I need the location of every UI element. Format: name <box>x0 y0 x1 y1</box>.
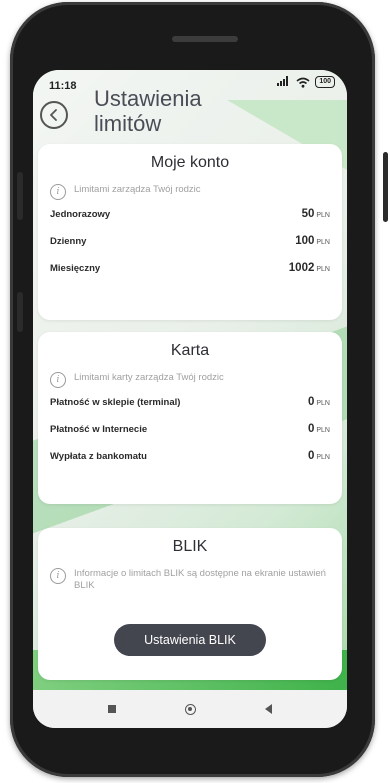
info-icon: i <box>50 568 66 584</box>
limit-label: Płatność w Internecie <box>50 424 148 435</box>
limit-row: Jednorazowy 50 PLN <box>38 208 342 235</box>
limit-row: Wypłata z bankomatu 0 PLN <box>38 450 342 477</box>
limit-label: Płatność w sklepie (terminal) <box>50 397 181 408</box>
limit-value: 100 PLN <box>295 235 330 247</box>
status-time: 11:18 <box>49 80 77 92</box>
info-icon: i <box>50 184 66 200</box>
limit-currency: PLN <box>316 427 330 434</box>
power-button <box>383 152 388 222</box>
limit-currency: PLN <box>316 454 330 461</box>
limit-currency: PLN <box>316 266 330 273</box>
navigation-bar <box>33 690 347 728</box>
limit-currency: PLN <box>316 212 330 219</box>
limit-row: Miesięczny 1002 PLN <box>38 262 342 289</box>
limit-amount: 0 <box>307 423 315 435</box>
limit-value: 0 PLN <box>308 450 330 462</box>
limit-amount: 50 <box>301 208 315 220</box>
card-info-row: i Limitami karty zarządza Twój rodzic <box>50 372 330 388</box>
limit-value: 0 PLN <box>308 396 330 408</box>
limit-amount: 0 <box>307 450 315 462</box>
account-limits-title: Moje konto <box>150 154 230 171</box>
volume-button <box>17 172 23 220</box>
limit-label: Miesięczny <box>50 263 101 274</box>
limit-value: 50 PLN <box>302 208 330 220</box>
limit-label: Dzienny <box>50 236 87 247</box>
back-button[interactable] <box>40 101 68 129</box>
blik-card: BLIK i Informacje o limitach BLIK są dos… <box>38 528 342 680</box>
limit-row: Dzienny 100 PLN <box>38 235 342 262</box>
account-info-row: i Limitami zarządza Twój rodzic <box>50 184 330 200</box>
nav-back-icon[interactable] <box>265 704 273 714</box>
card-limits-card: Karta i Limitami karty zarządza Twój rod… <box>38 332 342 504</box>
wifi-icon <box>296 77 310 88</box>
account-limits-card: Moje konto i Limitami zarządza Twój rodz… <box>38 144 342 320</box>
card-limits-title: Karta <box>170 342 210 359</box>
account-info-text: Limitami zarządza Twój rodzic <box>74 184 201 195</box>
page-title: Ustawienia limitów <box>94 86 294 136</box>
limit-label: Wypłata z bankomatu <box>50 451 147 462</box>
blik-title: BLIK <box>172 538 208 555</box>
page-title-line1: Ustawienia <box>94 86 202 111</box>
phone-screen: 11:18 100 Ustawienia limitów Moje konto … <box>33 70 347 728</box>
page-title-line2: limitów <box>94 111 162 136</box>
limit-row: Płatność w sklepie (terminal) 0 PLN <box>38 396 342 423</box>
limit-amount: 100 <box>295 235 315 247</box>
card-info-text: Limitami karty zarządza Twój rodzic <box>74 372 224 383</box>
blik-settings-button[interactable]: Ustawienia BLIK <box>114 624 266 656</box>
speaker-grille <box>172 36 238 42</box>
battery-icon: 100 <box>315 76 335 88</box>
limit-amount: 1002 <box>288 262 315 274</box>
home-icon[interactable] <box>184 703 196 715</box>
back-arrow-icon <box>50 109 57 121</box>
limit-amount: 0 <box>307 396 315 408</box>
limit-currency: PLN <box>316 400 330 407</box>
blik-info-row: i Informacje o limitach BLIK są dostępne… <box>50 568 330 592</box>
limit-value: 0 PLN <box>308 423 330 435</box>
limit-label: Jednorazowy <box>50 209 111 220</box>
limit-currency: PLN <box>316 239 330 246</box>
limit-value: 1002 PLN <box>289 262 330 274</box>
limit-row: Płatność w Internecie 0 PLN <box>38 423 342 450</box>
blik-info-text: Informacje o limitach BLIK są dostępne n… <box>74 568 326 591</box>
info-icon: i <box>50 372 66 388</box>
bixby-button <box>17 292 23 332</box>
recent-apps-icon[interactable] <box>107 705 116 713</box>
